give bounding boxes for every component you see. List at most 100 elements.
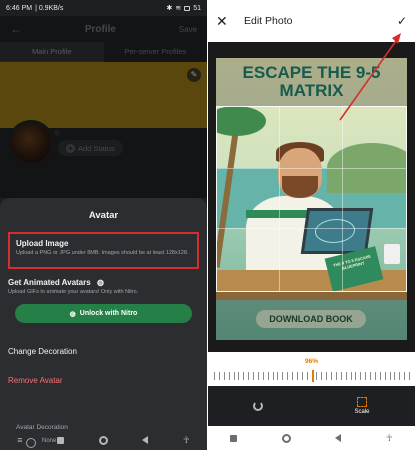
modal-backdrop[interactable]	[0, 16, 207, 198]
zoom-tick	[292, 372, 293, 380]
zoom-tick	[360, 372, 362, 380]
scale-icon	[356, 397, 367, 407]
zoom-tick	[365, 372, 367, 380]
crop-grid-line	[217, 228, 406, 230]
status-time: 6:46 PM	[6, 4, 33, 12]
back-icon[interactable]	[335, 434, 342, 442]
crop-grid-line	[217, 167, 406, 169]
recents-icon[interactable]	[230, 434, 238, 442]
zoom-tick	[340, 372, 342, 380]
zoom-tick	[243, 372, 245, 380]
upload-image-option[interactable]: Upload Image Upload a PNG or JPG under 8…	[8, 232, 199, 269]
zoom-tick	[379, 372, 381, 380]
zoom-tick	[233, 372, 235, 380]
right-phone-edit-photo-screen: ✕ Edit Photo ✓ THE 9 TO 5 ESCAPE BLUEPRI…	[208, 0, 415, 450]
crop-shade-bottom	[216, 292, 407, 340]
battery-level: 51	[193, 4, 201, 12]
zoom-tick	[394, 372, 396, 380]
zoom-tick	[253, 372, 254, 380]
home-icon[interactable]	[98, 435, 108, 445]
zoom-tick	[267, 372, 269, 380]
status-bar: 6:46 PM | 0.9KB/s ✱ ≋ 51	[6, 4, 201, 13]
wifi-icon: ≋	[175, 5, 182, 12]
scale-tool[interactable]: Scale	[354, 397, 369, 415]
remove-avatar-option[interactable]: Remove Avatar	[8, 376, 199, 385]
checkmark-icon[interactable]: ✓	[397, 14, 407, 28]
change-decoration-option[interactable]: Change Decoration	[8, 347, 199, 356]
zoom-tick	[404, 372, 406, 380]
status-network-speed: 0.9KB/s	[38, 4, 64, 12]
photo-crop-canvas[interactable]: THE 9 TO 5 ESCAPE BLUEPRINT ESCAPE THE 9…	[208, 42, 415, 352]
screenshot-stage: 6:46 PM | 0.9KB/s ✱ ≋ 51 ← Profile Save M…	[0, 0, 415, 450]
zoom-tick	[218, 372, 220, 380]
zoom-tick	[214, 372, 215, 380]
crop-grid-line	[341, 107, 343, 291]
recents-icon[interactable]	[57, 436, 65, 444]
zoom-percent-label: 96%	[304, 358, 318, 365]
crop-frame[interactable]	[216, 106, 407, 292]
zoom-tick	[370, 372, 371, 380]
accessibility-icon[interactable]: ☥	[386, 433, 393, 444]
rotate-tool[interactable]	[253, 401, 264, 411]
close-icon[interactable]: ✕	[216, 13, 238, 30]
system-nav-bar: ≡ ☥	[0, 430, 207, 450]
zoom-tick	[316, 372, 318, 380]
scale-label: Scale	[354, 409, 370, 415]
upload-image-description: Upload a PNG or JPG under 8MB. Images sh…	[16, 250, 189, 256]
zoom-tick	[262, 372, 264, 380]
zoom-tick	[301, 372, 303, 380]
zoom-tick	[389, 372, 391, 380]
zoom-tick	[399, 372, 401, 380]
left-phone-profile-screen: 6:46 PM | 0.9KB/s ✱ ≋ 51 ← Profile Save M…	[0, 0, 207, 450]
zoom-tick	[321, 372, 323, 380]
back-icon[interactable]	[142, 436, 149, 444]
zoom-tick	[248, 372, 250, 380]
zoom-tick	[350, 372, 352, 380]
zoom-tick	[257, 372, 259, 380]
zoom-tick	[409, 372, 410, 380]
zoom-tick	[223, 372, 225, 380]
menu-icon[interactable]: ≡	[17, 435, 22, 445]
crop-grid-line	[279, 107, 281, 291]
system-nav-bar-right: ☥	[208, 426, 415, 450]
animated-avatars-title: Get Animated Avatars ◍	[8, 278, 104, 287]
sheet-title: Avatar	[88, 210, 119, 221]
change-decoration-label: Change Decoration	[8, 347, 77, 356]
upload-image-title: Upload Image	[16, 239, 69, 248]
zoom-tick	[282, 372, 284, 380]
unlock-with-nitro-label: Unlock with Nitro	[79, 310, 138, 317]
bluetooth-icon: ✱	[166, 5, 173, 12]
zoom-tick	[335, 372, 337, 380]
zoom-tick	[384, 372, 386, 380]
nitro-icon: ◍	[69, 310, 76, 318]
zoom-tick	[326, 372, 328, 380]
accessibility-icon[interactable]: ☥	[183, 435, 190, 446]
remove-avatar-label: Remove Avatar	[8, 376, 63, 385]
zoom-tick	[228, 372, 230, 380]
zoom-tick	[287, 372, 289, 380]
avatar-bottom-sheet: Avatar Upload Image Upload a PNG or JPG …	[0, 198, 207, 450]
unlock-with-nitro-button[interactable]: ◍ Unlock with Nitro	[15, 304, 192, 323]
edit-photo-title: Edit Photo	[244, 15, 293, 27]
zoom-ticks[interactable]	[214, 370, 410, 382]
zoom-tick	[306, 372, 308, 380]
zoom-slider[interactable]: 96%	[208, 352, 415, 386]
zoom-tick	[238, 372, 240, 380]
zoom-tick	[345, 372, 347, 380]
crop-shade-top	[216, 58, 407, 106]
zoom-indicator	[311, 370, 314, 382]
battery-icon	[184, 5, 191, 11]
rotate-icon	[253, 401, 264, 411]
home-icon[interactable]	[281, 433, 291, 443]
zoom-tick	[296, 372, 298, 380]
zoom-tick	[277, 372, 279, 380]
edit-toolbar: Scale	[208, 386, 415, 426]
animated-avatars-description: Upload GIFs to animate your avatars! Onl…	[8, 289, 139, 295]
zoom-tick	[272, 372, 274, 380]
nitro-icon: ◍	[96, 278, 104, 287]
edit-photo-header: ✕ Edit Photo ✓	[208, 0, 415, 42]
animated-avatars-option[interactable]: Get Animated Avatars ◍ Upload GIFs to an…	[8, 278, 199, 296]
zoom-tick	[374, 372, 376, 380]
zoom-tick	[355, 372, 357, 380]
zoom-tick	[331, 372, 332, 380]
